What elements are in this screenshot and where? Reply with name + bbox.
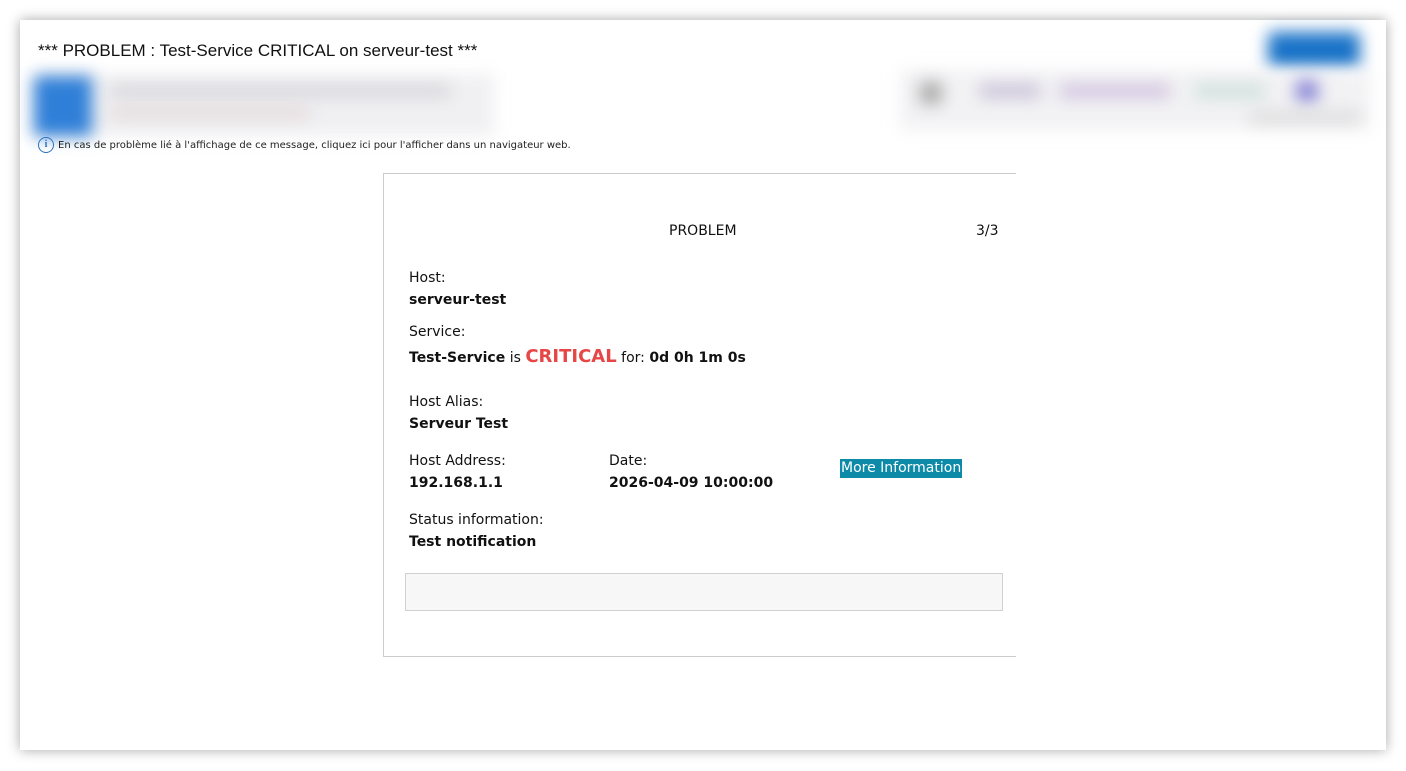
notification-counter: 3/3 bbox=[976, 223, 999, 239]
avatar bbox=[34, 76, 92, 136]
host-alias-value: Serveur Test bbox=[409, 416, 509, 432]
info-message[interactable]: En cas de problème lié à l'affichage de … bbox=[58, 140, 571, 151]
reply-all-action[interactable] bbox=[1060, 84, 1170, 98]
date-value: 2026-04-09 10:00:00 bbox=[609, 475, 774, 491]
state-badge: CRITICAL bbox=[525, 346, 617, 367]
notification-type: PROBLEM bbox=[669, 223, 737, 239]
service-label: Service: bbox=[409, 324, 466, 340]
duration-value: 0d 0h 1m 0s bbox=[649, 350, 746, 366]
footer-box bbox=[405, 573, 1003, 611]
status-info-label: Status information: bbox=[409, 512, 544, 528]
email-window: *** PROBLEM : Test-Service CRITICAL on s… bbox=[20, 20, 1386, 750]
reply-button[interactable] bbox=[1268, 32, 1360, 68]
info-bar[interactable]: i En cas de problème lié à l'affichage d… bbox=[38, 137, 571, 153]
info-icon: i bbox=[38, 137, 54, 153]
host-address-value: 192.168.1.1 bbox=[409, 475, 503, 491]
email-subject: *** PROBLEM : Test-Service CRITICAL on s… bbox=[38, 41, 478, 60]
service-name: Test-Service bbox=[409, 350, 506, 366]
sender-block bbox=[34, 74, 494, 136]
host-label: Host: bbox=[409, 270, 446, 286]
sender-recipients bbox=[110, 108, 310, 118]
host-address-label: Host Address: bbox=[409, 453, 506, 469]
reply-action[interactable] bbox=[980, 84, 1040, 98]
is-text: is bbox=[509, 350, 521, 366]
date-label: Date: bbox=[609, 453, 648, 469]
forward-action[interactable] bbox=[1195, 84, 1265, 98]
emoji-icon[interactable] bbox=[920, 82, 942, 104]
host-value: serveur-test bbox=[409, 292, 507, 308]
sender-name bbox=[110, 86, 450, 96]
status-info-value: Test notification bbox=[409, 534, 537, 550]
host-alias-label: Host Alias: bbox=[409, 394, 484, 410]
service-line: Test-Service is CRITICAL for: 0d 0h 1m 0… bbox=[409, 346, 746, 367]
more-information-button[interactable]: More Information bbox=[840, 459, 963, 478]
for-text: for: bbox=[621, 350, 645, 366]
notification-card: PROBLEM 3/3 Host: serveur-test Service: … bbox=[383, 173, 1016, 657]
message-timestamp bbox=[1250, 112, 1360, 122]
apps-icon[interactable] bbox=[1296, 80, 1318, 102]
